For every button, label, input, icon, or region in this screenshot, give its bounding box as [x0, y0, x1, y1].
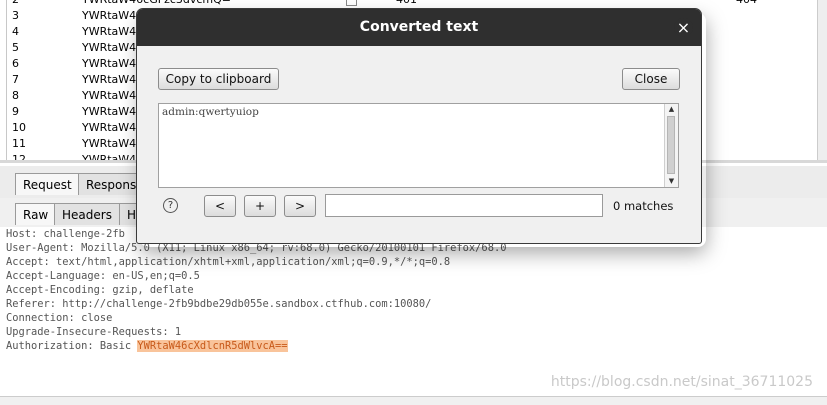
scroll-thumb[interactable]: [667, 116, 675, 174]
request-line-host: Host: challenge-2fb: [6, 228, 125, 240]
row-number: 8: [12, 89, 19, 102]
row-payload: YWRtaW46: [82, 89, 144, 102]
close-icon[interactable]: ×: [674, 18, 693, 37]
request-line-authorization: Authorization: Basic YWRtaW46cXdlcnR5dWl…: [6, 339, 288, 353]
converted-text-area[interactable]: admin:qwertyuiop ▲ ▼: [158, 103, 679, 188]
row-checkbox[interactable]: [346, 0, 357, 6]
search-input[interactable]: [325, 194, 603, 217]
row-payload: YWRtaW46: [82, 105, 144, 118]
help-icon[interactable]: ?: [163, 198, 178, 213]
converted-text: admin:qwertyuiop: [162, 106, 259, 118]
request-line-accept: Accept: text/html,application/xhtml+xml,…: [6, 256, 451, 268]
close-button[interactable]: Close: [622, 68, 680, 90]
row-payload: YWRtaW46: [82, 121, 144, 134]
copy-to-clipboard-button[interactable]: Copy to clipboard: [158, 68, 279, 90]
row-payload: YWRtaW46: [82, 41, 144, 54]
request-line-connection: Connection: close: [6, 312, 113, 324]
dialog-title: Converted text: [359, 19, 479, 35]
request-line-accept-language: Accept-Language: en-US,en;q=0.5: [6, 270, 200, 282]
row-number: 11: [12, 137, 26, 150]
request-line-referer: Referer: http://challenge-2fb9bdbe29db05…: [6, 298, 432, 310]
row-number: 2: [12, 0, 19, 8]
row-number: 10: [12, 121, 26, 134]
match-count: 0 matches: [613, 199, 674, 213]
row-payload: YWRtaW46: [82, 25, 144, 38]
tab-raw[interactable]: Raw: [15, 203, 57, 225]
row-number: 6: [12, 57, 19, 70]
row-payload: YWRtaW46: [82, 9, 144, 22]
tab-response[interactable]: Respons: [78, 173, 145, 195]
tab-headers[interactable]: Headers: [54, 203, 120, 225]
row-status: 401: [396, 0, 417, 8]
authorization-prefix: Authorization: Basic: [6, 340, 138, 352]
request-line-upgrade: Upgrade-Insecure-Requests: 1: [6, 326, 182, 338]
row-payload: YWRtaW46: [82, 73, 144, 86]
converted-text-dialog: Converted text × Copy to clipboard Close…: [136, 8, 702, 244]
scroll-up-arrow-icon[interactable]: ▲: [665, 104, 678, 115]
authorization-selected-value[interactable]: YWRtaW46cXdlcnR5dWlvcA==: [137, 340, 288, 352]
dialog-titlebar[interactable]: Converted text ×: [137, 9, 701, 46]
request-line-accept-encoding: Accept-Encoding: gzip, deflate: [6, 284, 194, 296]
text-area-scrollbar[interactable]: ▲ ▼: [664, 104, 678, 187]
tab-request[interactable]: Request: [15, 173, 80, 195]
row-number: 3: [12, 9, 19, 22]
row-number: 4: [12, 25, 19, 38]
row-number: 7: [12, 73, 19, 86]
table-row[interactable]: 2 YWRtaW46cGFzc3dvcmQ= 401 404: [0, 0, 827, 8]
row-length: 404: [736, 0, 757, 8]
row-payload: YWRtaW46cGFzc3dvcmQ=: [82, 0, 231, 8]
watermark: https://blog.csdn.net/sinat_36711025: [550, 374, 813, 390]
row-number: 5: [12, 41, 19, 54]
scroll-down-arrow-icon[interactable]: ▼: [665, 176, 678, 187]
next-match-button[interactable]: >: [284, 195, 316, 217]
row-payload: YWRtaW46: [82, 137, 144, 150]
add-search-button[interactable]: +: [244, 195, 276, 217]
previous-match-button[interactable]: <: [204, 195, 236, 217]
row-payload: YWRtaW46: [82, 57, 144, 70]
table-scrollbar[interactable]: [817, 0, 827, 163]
row-number: 9: [12, 105, 19, 118]
